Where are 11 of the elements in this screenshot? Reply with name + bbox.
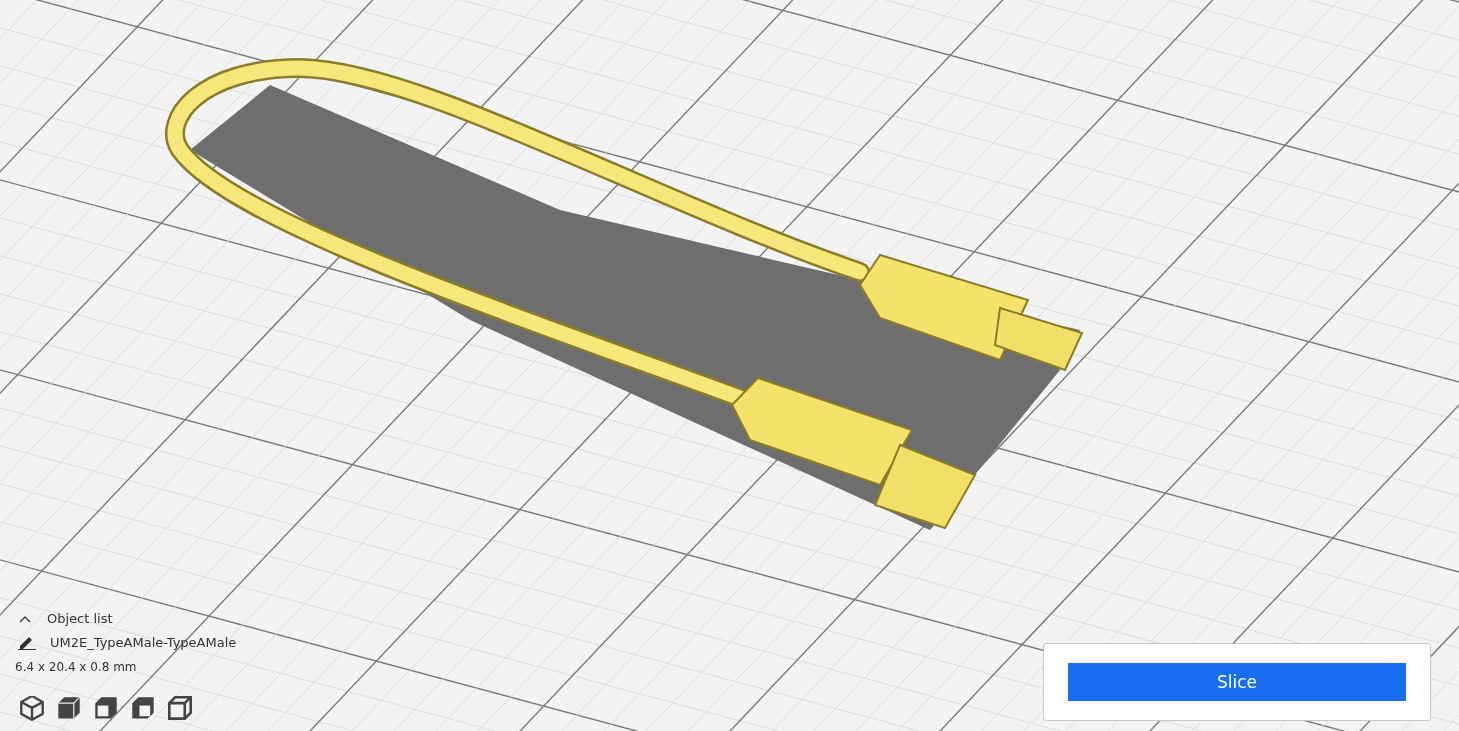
object-dimensions: 6.4 x 20.4 x 0.8 mm [15,660,138,674]
pencil-icon [18,634,36,650]
object-name: UM2E_TypeAMale-TypeAMale [50,634,237,650]
cube-icon[interactable] [94,696,118,721]
cube-outline-icon[interactable] [20,696,44,721]
slice-button[interactable]: Slice [1068,663,1406,701]
object-list-toggle[interactable]: Object list [15,611,113,626]
cube-outline-icon[interactable] [168,696,192,721]
chevron-up-icon [19,614,31,623]
cube-icon[interactable] [131,696,155,721]
cube-icon[interactable] [57,696,81,721]
